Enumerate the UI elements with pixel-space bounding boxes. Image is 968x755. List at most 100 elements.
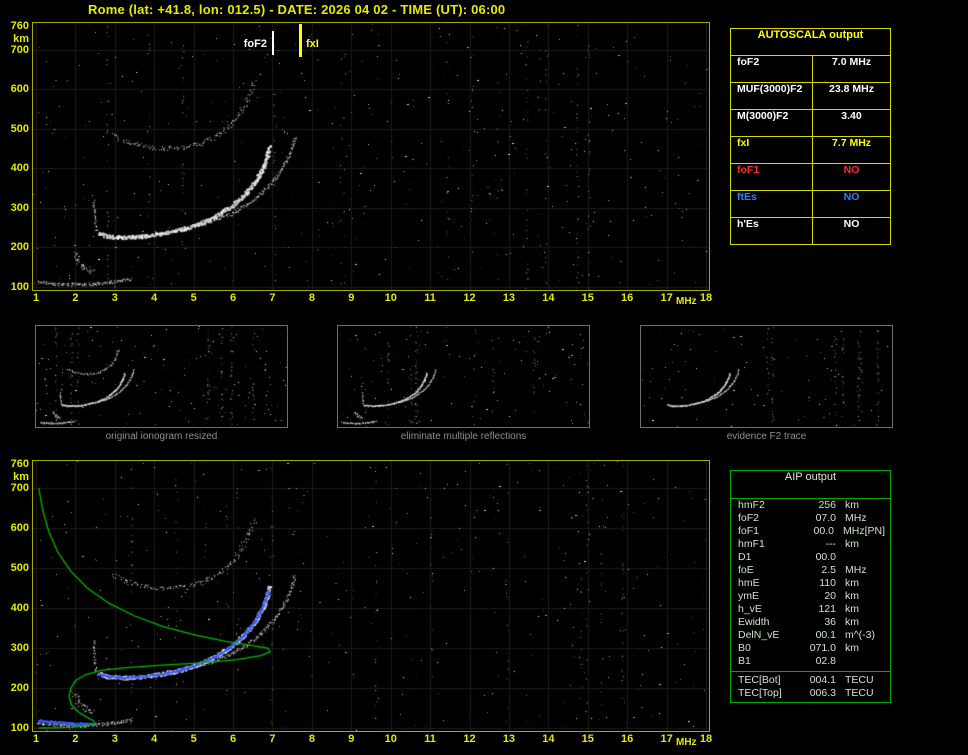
thumbnail-original-canvas — [36, 326, 287, 427]
aip-row: ymE20km — [731, 590, 890, 603]
aip-row: foE2.5MHz — [731, 564, 890, 577]
aip-row-unit: MHz — [836, 512, 867, 525]
aip-row-label: TEC[Bot] — [731, 674, 800, 687]
x-axis-tick-label: 6 — [223, 733, 243, 745]
y-axis-tick-label: 200 — [2, 682, 29, 694]
fxI-marker-line — [299, 24, 302, 57]
x-axis-tick-label: 5 — [184, 292, 204, 304]
aip-panel-title: AIP output — [731, 471, 890, 499]
y-axis-tick-label: 600 — [2, 522, 29, 534]
aip-row-label: h_vE — [731, 603, 800, 616]
aip-row: B0071.0km — [731, 642, 890, 655]
y-axis-tick-label: 700 — [2, 44, 29, 56]
foF2-label: foF2 — [244, 38, 267, 51]
aip-row-label: B0 — [731, 642, 800, 655]
aip-tec-rows: TEC[Bot]004.1TECUTEC[Top]006.3TECU — [731, 674, 890, 700]
autoscala-row-value: NO — [813, 164, 890, 190]
autoscala-panel-title: AUTOSCALA output — [731, 29, 890, 56]
aip-row-label: hmE — [731, 577, 800, 590]
aip-row: TEC[Bot]004.1TECU — [731, 674, 890, 687]
aip-row: B102.8 — [731, 655, 890, 668]
aip-separator — [731, 671, 890, 672]
aip-row-label: hmF1 — [731, 538, 800, 551]
autoscala-window: Rome (lat: +41.8, lon: 012.5) - DATE: 20… — [0, 0, 968, 755]
autoscala-row-value: 3.40 — [813, 110, 890, 136]
station-date-title: Rome (lat: +41.8, lon: 012.5) - DATE: 20… — [88, 2, 505, 17]
x-axis-tick-label: 7 — [262, 292, 282, 304]
autoscala-row-value: NO — [813, 191, 890, 217]
aip-rows: hmF2256kmfoF207.0MHzfoF100.0MHz[PN]hmF1-… — [731, 499, 890, 668]
aip-output-panel: AIP output hmF2256kmfoF207.0MHzfoF100.0M… — [730, 470, 891, 703]
x-axis-tick-label: 10 — [381, 292, 401, 304]
x-axis-tick-label: 11 — [420, 733, 440, 745]
x-axis-tick-label: 12 — [460, 292, 480, 304]
aip-row-value: 004.1 — [800, 674, 836, 687]
autoscala-row: ftEsNO — [731, 191, 890, 218]
aip-row: TEC[Top]006.3TECU — [731, 687, 890, 700]
autoscala-row-label: fxI — [731, 137, 813, 163]
aip-row: hmF2256km — [731, 499, 890, 512]
x-axis-tick-label: 13 — [499, 733, 519, 745]
aip-row-unit: m^(-3) — [836, 629, 875, 642]
aip-row-value: 07.0 — [800, 512, 836, 525]
x-axis-tick-label: 9 — [341, 292, 361, 304]
x-axis-tick-label: 2 — [65, 733, 85, 745]
aip-row-unit: MHz — [836, 564, 867, 577]
aip-row-note: [PN] — [865, 525, 890, 538]
y-axis-tick-label: 500 — [2, 562, 29, 574]
y-axis-tick-label: 100 — [2, 722, 29, 734]
x-axis-tick-label: 13 — [499, 292, 519, 304]
x-axis-tick-label: 15 — [578, 733, 598, 745]
x-axis-tick-label: 2 — [65, 292, 85, 304]
aip-row-unit: km — [836, 590, 859, 603]
aip-row-label: Ewidth — [731, 616, 800, 629]
aip-row-unit: MHz — [834, 525, 865, 538]
autoscala-row-value: 23.8 MHz — [813, 83, 890, 109]
aip-row-value: 2.5 — [800, 564, 836, 577]
aip-row-label: hmF2 — [731, 499, 800, 512]
autoscala-output-panel: AUTOSCALA output foF27.0 MHzMUF(3000)F22… — [730, 28, 891, 245]
x-axis-tick-label: 7 — [262, 733, 282, 745]
x-axis-tick-label: 8 — [302, 292, 322, 304]
x-axis-tick-label: 14 — [538, 733, 558, 745]
x-axis-tick-label: 9 — [341, 733, 361, 745]
aip-row-unit: TECU — [836, 687, 874, 700]
aip-row-value: 20 — [800, 590, 836, 603]
y-axis-tick-label: 100 — [2, 281, 29, 293]
aip-row-unit: km — [836, 616, 859, 629]
x-axis-tick-label: 1 — [26, 733, 46, 745]
y-axis-tick-label: 300 — [2, 202, 29, 214]
foF2-marker-line — [272, 31, 274, 55]
aip-row: DelN_vE00.1m^(-3) — [731, 629, 890, 642]
bottom-ionogram-canvas — [33, 461, 709, 731]
aip-row-label: foF2 — [731, 512, 800, 525]
aip-row-value: 36 — [800, 616, 836, 629]
autoscala-row: h'EsNO — [731, 218, 890, 244]
aip-row-unit: km — [836, 577, 859, 590]
autoscala-row-label: M(3000)F2 — [731, 110, 813, 136]
thumbnail-f2-trace-evidence — [640, 325, 893, 428]
aip-row-value: 006.3 — [800, 687, 836, 700]
y-axis-tick-label: 200 — [2, 241, 29, 253]
autoscala-row-label: foF2 — [731, 56, 813, 82]
x-axis-tick-label: 5 — [184, 733, 204, 745]
aip-row-value: 00.1 — [800, 629, 836, 642]
autoscala-row-value: 7.0 MHz — [813, 56, 890, 82]
aip-row-value: 00.0 — [800, 551, 836, 564]
aip-row: foF100.0MHz[PN] — [731, 525, 890, 538]
aip-row: hmE110km — [731, 577, 890, 590]
y-axis-tick-label: 500 — [2, 123, 29, 135]
autoscala-rows: foF27.0 MHzMUF(3000)F223.8 MHzM(3000)F23… — [731, 56, 890, 244]
x-axis-tick-label: 14 — [538, 292, 558, 304]
aip-row-value: 071.0 — [800, 642, 836, 655]
y-axis-tick-label: 400 — [2, 602, 29, 614]
x-axis-tick-label: 4 — [144, 733, 164, 745]
x-axis-tick-label: 4 — [144, 292, 164, 304]
thumbnail-caption: evidence F2 trace — [640, 431, 893, 442]
x-axis-unit-label: MHz — [673, 737, 699, 748]
x-axis-tick-label: 12 — [460, 733, 480, 745]
aip-row-label: foE — [731, 564, 800, 577]
bottom-ionogram-plot — [32, 460, 710, 732]
autoscala-row-value: 7.7 MHz — [813, 137, 890, 163]
aip-row-label: D1 — [731, 551, 800, 564]
